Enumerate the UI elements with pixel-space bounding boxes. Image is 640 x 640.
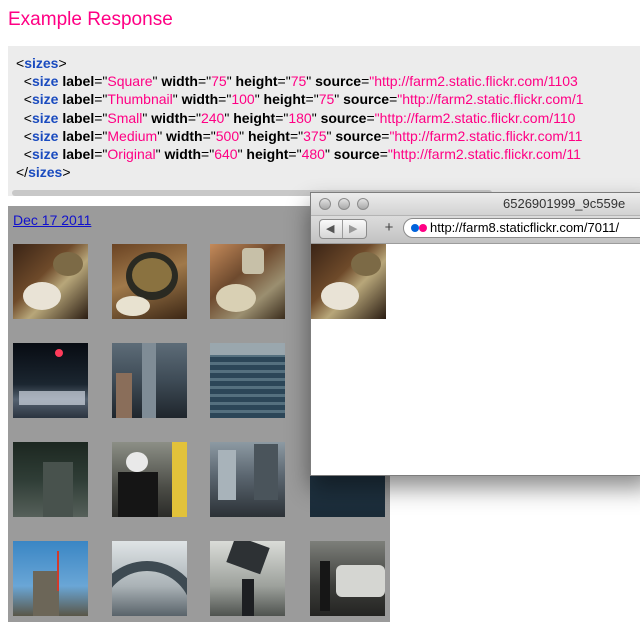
url-text: http://farm8.staticflickr.com/7011/ (430, 220, 620, 235)
flickr-logo-icon (411, 224, 419, 232)
photo-thumbnail[interactable] (310, 541, 385, 616)
photo-thumbnail[interactable] (13, 541, 88, 616)
code-line-open: <sizes> (16, 55, 67, 71)
plus-icon[interactable]: + (379, 219, 399, 237)
code-line-close: </sizes> (16, 164, 71, 181)
code-line: <size label="Square" width="75" height="… (16, 73, 578, 90)
photo-thumbnail[interactable] (13, 442, 88, 517)
code-example: <sizes> <size label="Square" width="75" … (8, 46, 640, 196)
minimize-icon[interactable] (338, 198, 350, 210)
close-icon[interactable] (319, 198, 331, 210)
zoom-icon[interactable] (357, 198, 369, 210)
loaded-image (311, 244, 386, 319)
xml-response: <sizes> <size label="Square" width="75" … (16, 54, 584, 181)
code-line: <size label="Original" width="640" heigh… (16, 146, 581, 163)
photo-thumbnail[interactable] (13, 244, 88, 319)
forward-arrow-icon[interactable]: ▶ (349, 220, 357, 238)
page-heading: Example Response (8, 9, 173, 30)
date-link[interactable]: Dec 17 2011 (13, 212, 91, 228)
browser-window: 6526901999_9c559e ◀ ▶ + http://farm8.sta… (310, 192, 640, 476)
photo-thumbnail[interactable] (112, 343, 187, 418)
back-arrow-icon[interactable]: ◀ (326, 220, 334, 238)
window-titlebar[interactable]: 6526901999_9c559e (311, 193, 640, 216)
photo-thumbnail[interactable] (210, 442, 285, 517)
flickr-logo-icon-pink (419, 224, 427, 232)
code-line: <size label="Small" width="240" height="… (16, 109, 576, 126)
code-line: <size label="Medium" width="500" height=… (16, 127, 583, 144)
photo-thumbnail[interactable] (310, 474, 385, 517)
photo-thumbnail[interactable] (112, 442, 187, 517)
browser-toolbar: ◀ ▶ + http://farm8.staticflickr.com/7011… (311, 216, 640, 244)
photo-thumbnail[interactable] (13, 343, 88, 418)
photo-thumbnail[interactable] (210, 343, 285, 418)
window-title: 6526901999_9c559e (503, 196, 626, 211)
address-bar[interactable]: http://farm8.staticflickr.com/7011/ (403, 218, 640, 238)
photo-thumbnail[interactable] (210, 541, 285, 616)
browser-content (311, 244, 640, 475)
photo-thumbnail[interactable] (210, 244, 285, 319)
code-line: <size label="Thumbnail" width="100" heig… (16, 91, 584, 108)
nav-buttons: ◀ ▶ (319, 219, 367, 239)
photo-thumbnail[interactable] (112, 244, 187, 319)
photo-thumbnail[interactable] (112, 541, 187, 616)
